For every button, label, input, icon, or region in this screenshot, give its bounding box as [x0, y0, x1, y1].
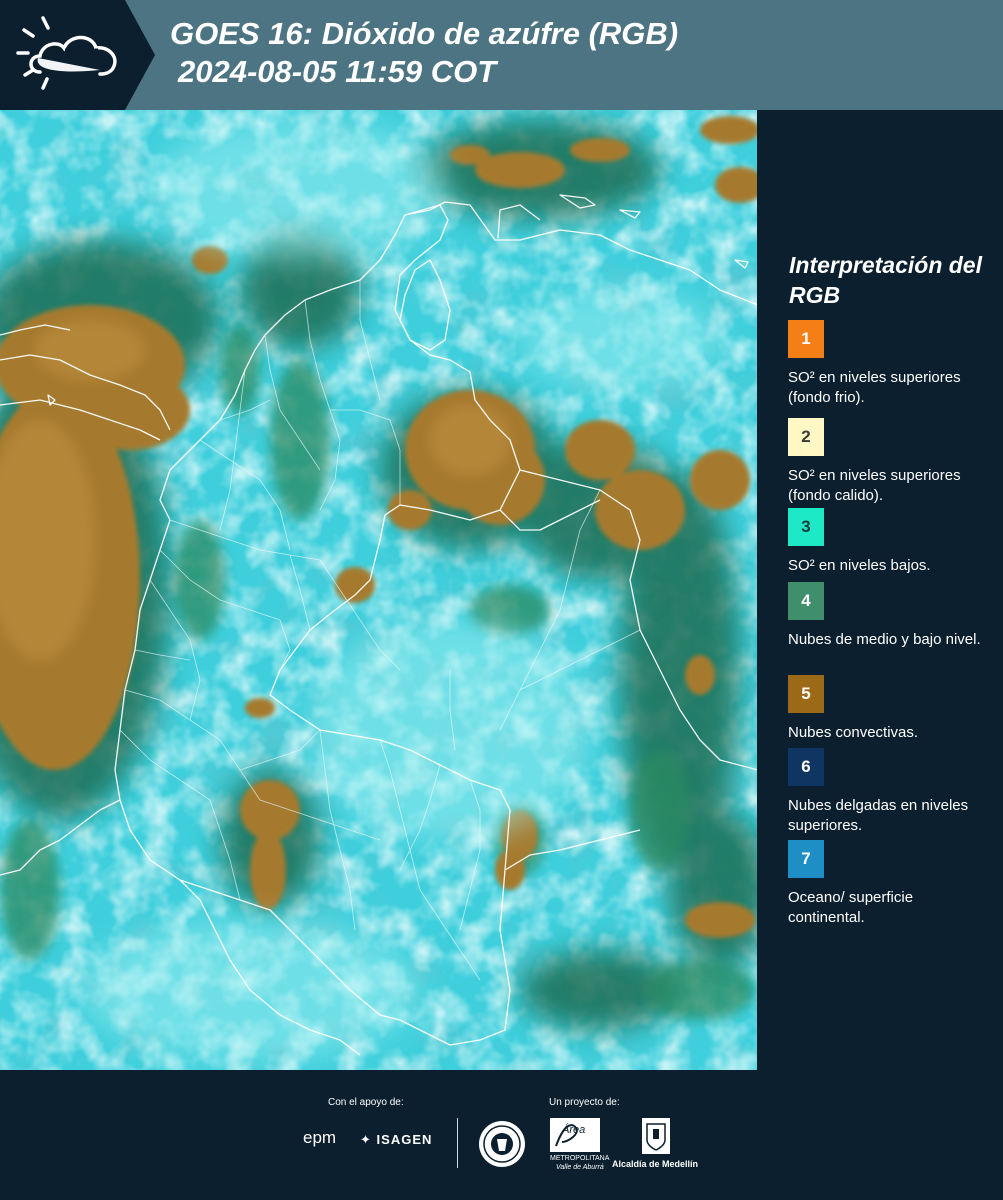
legend-item-5: 5 Nubes convectivas. [788, 675, 993, 743]
satellite-image [0, 110, 757, 1070]
legend-item-4: 4 Nubes de medio y bajo nivel. [788, 582, 993, 650]
legend-desc-2: SO² en niveles superiores (fondo calido)… [788, 467, 961, 504]
legend-swatch-7: 7 [788, 840, 824, 878]
area-logo-text: Área [562, 1124, 586, 1136]
satellite-map [0, 110, 760, 1070]
legend-swatch-5: 5 [788, 675, 824, 713]
page-timestamp: 2024-08-05 11:59 COT [178, 54, 497, 89]
valle-caption: Valle de Aburrá [556, 1164, 604, 1171]
epm-logo-text: epm [303, 1128, 337, 1147]
legend-number-2: 2 [801, 427, 811, 446]
isagen-icon: ✦ [360, 1132, 372, 1147]
legend-swatch-6: 6 [788, 748, 824, 786]
legend-number-5: 5 [801, 684, 811, 703]
legend-item-2: 2 SO² en niveles superiores (fondo calid… [788, 418, 993, 506]
legend-desc-5: Nubes convectivas. [788, 724, 919, 741]
metropolitana-caption: METROPOLITANA [550, 1155, 610, 1162]
legend-desc-3: SO² en niveles bajos. [788, 557, 931, 574]
legend-number-4: 4 [801, 591, 811, 610]
logo-text: SIATA [52, 45, 103, 64]
footer: Con el apoyo de: Un proyecto de: epm ✦ I… [0, 1070, 1003, 1200]
legend-panel: Interpretación del RGB 1 SO² en niveles … [764, 110, 1003, 1070]
isagen-logo: ✦ ISAGEN [360, 1132, 432, 1148]
legend-item-7: 7 Oceano/ superficie continental. [788, 840, 993, 928]
legend-item-3: 3 SO² en niveles bajos. [788, 508, 993, 576]
header-bar: SIATA GOES 16: Dióxido de azúfre (RGB) 2… [0, 0, 1003, 110]
legend-item-6: 6 Nubes delgadas en niveles superiores. [788, 748, 993, 836]
legend-number-7: 7 [801, 849, 811, 868]
legend-desc-4: Nubes de medio y bajo nivel. [788, 631, 981, 648]
seal-icon [479, 1121, 525, 1167]
legend-title: Interpretación del RGB [789, 252, 982, 308]
legend-swatch-2: 2 [788, 418, 824, 456]
legend-desc-6: Nubes delgadas en niveles superiores. [788, 797, 969, 834]
project-label: Un proyecto de: [549, 1097, 620, 1108]
page-title: GOES 16: Dióxido de azúfre (RGB) [170, 16, 679, 51]
legend-swatch-1: 1 [788, 320, 824, 358]
alcaldia-caption: Alcaldía de Medellín [612, 1159, 699, 1169]
support-label: Con el apoyo de: [328, 1097, 404, 1108]
epm-logo: epm [303, 1128, 336, 1148]
legend-swatch-3: 3 [788, 508, 824, 546]
legend-item-1: 1 SO² en niveles superiores (fondo frio)… [788, 320, 993, 408]
legend-desc-1: SO² en niveles superiores (fondo frio). [788, 369, 961, 406]
legend-desc-7: Oceano/ superficie continental. [788, 889, 914, 926]
alcaldia-shield-icon [642, 1118, 670, 1154]
siata-logo: SIATA [0, 0, 155, 110]
footer-divider [457, 1118, 458, 1168]
legend-number-1: 1 [801, 329, 811, 348]
legend-number-3: 3 [801, 517, 811, 536]
legend-swatch-4: 4 [788, 582, 824, 620]
isagen-logo-text: ISAGEN [376, 1132, 433, 1147]
legend-number-6: 6 [801, 757, 811, 776]
